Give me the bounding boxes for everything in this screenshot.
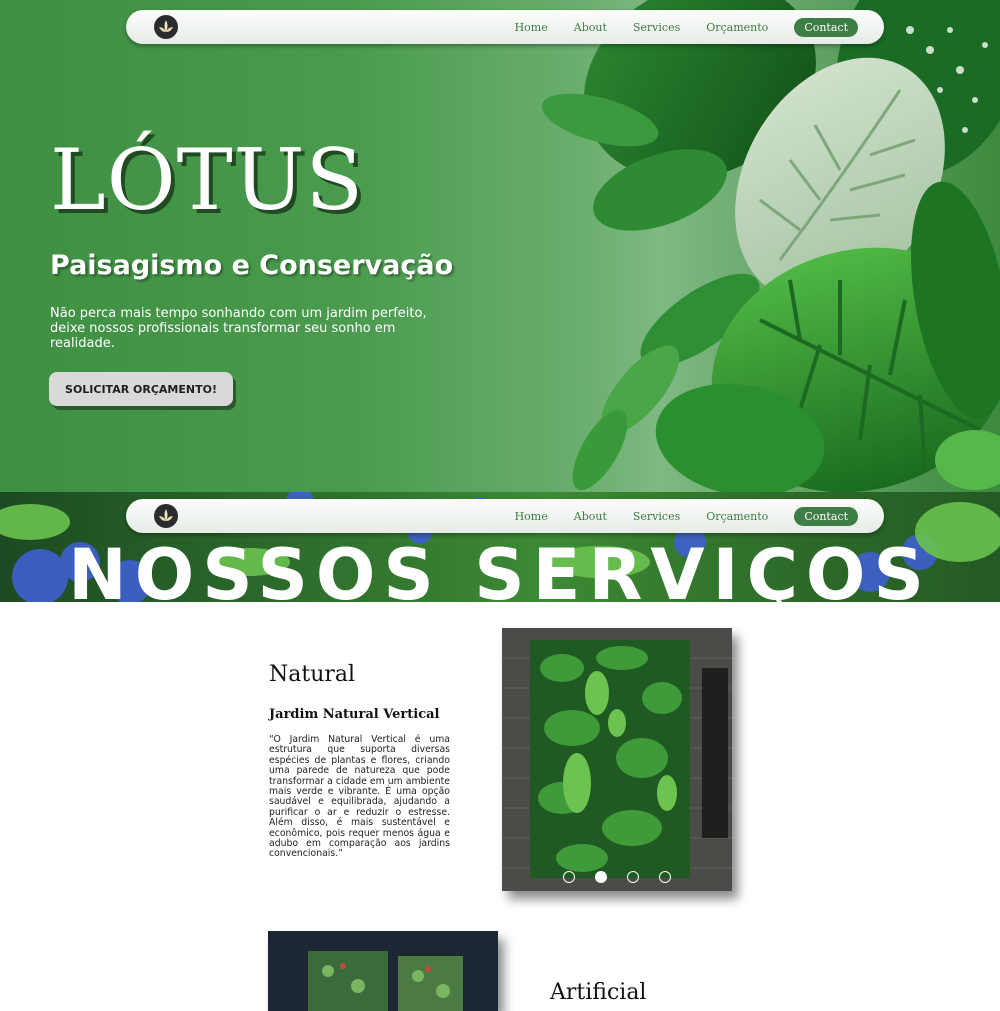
lotus-logo-icon[interactable] (154, 15, 178, 39)
service-artificial-heading: Artificial (550, 980, 647, 1005)
nav-contact-button[interactable]: Contact (794, 17, 858, 37)
nav-services-link[interactable]: Services (633, 21, 680, 34)
nav-links: Home About Services Orçamento Contact (489, 10, 858, 44)
hero-subtitle: Paisagismo e Conservação (50, 250, 454, 281)
service-artificial-image (268, 931, 498, 1011)
nav-orcamento-link[interactable]: Orçamento (706, 510, 768, 523)
services-title: NOSSOS SERVIÇOS (68, 534, 932, 602)
nav-orcamento-link[interactable]: Orçamento (706, 21, 768, 34)
nav-contact-button[interactable]: Contact (794, 506, 858, 526)
carousel-dot-4[interactable] (659, 871, 671, 883)
hero-section: Home About Services Orçamento Contact LÓ… (0, 0, 1000, 492)
hero-description: Não perca mais tempo sonhando com um jar… (50, 306, 427, 351)
service-natural-heading: Natural (269, 662, 356, 687)
request-quote-button[interactable]: SOLICITAR ORÇAMENTO! (49, 372, 233, 406)
navbar-secondary: Home About Services Orçamento Contact (126, 499, 884, 533)
nav-about-link[interactable]: About (574, 510, 607, 523)
service-natural-subheading: Jardim Natural Vertical (269, 707, 440, 722)
vertical-garden-image (502, 628, 732, 891)
hero-title: LÓTUS (50, 131, 365, 229)
nav-home-link[interactable]: Home (515, 21, 548, 34)
artificial-garden-image (268, 931, 498, 1011)
carousel-dot-3[interactable] (627, 871, 639, 883)
nav-about-link[interactable]: About (574, 21, 607, 34)
carousel-dot-2[interactable] (595, 871, 607, 883)
nav-links: Home About Services Orçamento Contact (489, 499, 858, 533)
hero-foliage-illustration (541, 0, 1000, 492)
lotus-logo-icon[interactable] (154, 504, 178, 528)
nav-services-link[interactable]: Services (633, 510, 680, 523)
carousel-dot-1[interactable] (563, 871, 575, 883)
service-natural-description: “O Jardim Natural Vertical é uma estrutu… (269, 734, 450, 860)
navbar: Home About Services Orçamento Contact (126, 10, 884, 44)
service-natural-carousel (502, 628, 732, 891)
nav-home-link[interactable]: Home (515, 510, 548, 523)
carousel-dots (502, 871, 732, 883)
